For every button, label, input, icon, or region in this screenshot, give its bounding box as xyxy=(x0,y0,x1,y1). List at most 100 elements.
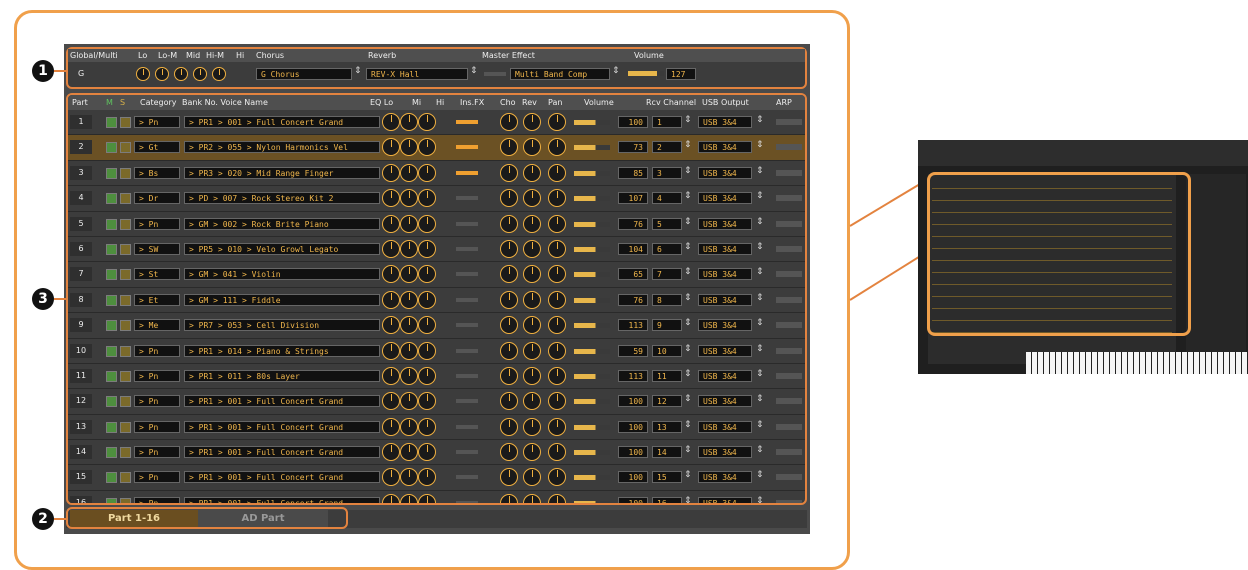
insfx-switch[interactable] xyxy=(456,348,478,353)
arp-switch[interactable] xyxy=(776,245,802,252)
category-select[interactable]: > SW xyxy=(134,242,180,255)
volume-slider[interactable] xyxy=(574,475,610,481)
chorus-knob-icon[interactable] xyxy=(500,138,518,157)
volume-value[interactable]: 104 xyxy=(618,242,648,255)
eq-mi-knob-icon[interactable] xyxy=(400,138,418,157)
usb-output-select[interactable]: USB 3&4 xyxy=(698,293,752,306)
chorus-knob-icon[interactable] xyxy=(500,113,518,131)
chorus-knob-icon[interactable] xyxy=(500,316,518,335)
arp-switch[interactable] xyxy=(776,449,802,456)
insfx-switch[interactable] xyxy=(456,272,478,277)
chorus-knob-icon[interactable] xyxy=(500,366,518,385)
category-select[interactable]: > Gt xyxy=(134,141,180,154)
category-select[interactable]: > Pn xyxy=(134,496,180,503)
pan-knob-icon[interactable] xyxy=(548,341,566,360)
arp-switch[interactable] xyxy=(776,195,802,202)
category-select[interactable]: > Pn xyxy=(134,446,180,459)
usb-spinner-icon[interactable]: ⇕ xyxy=(756,344,764,354)
rcv-spinner-icon[interactable]: ⇕ xyxy=(684,140,692,150)
volume-value[interactable]: 113 xyxy=(618,369,648,382)
volume-value[interactable]: 100 xyxy=(618,471,648,484)
eq-lo-knob-icon[interactable] xyxy=(382,316,400,335)
mute-button[interactable] xyxy=(106,447,117,459)
insfx-switch[interactable] xyxy=(456,373,478,378)
volume-slider[interactable] xyxy=(574,424,610,430)
eq-mi-knob-icon[interactable] xyxy=(400,468,418,487)
eq-mi-knob-icon[interactable] xyxy=(400,341,418,360)
category-select[interactable]: > Et xyxy=(134,293,180,306)
pan-knob-icon[interactable] xyxy=(548,239,566,258)
eq-lo-knob-icon[interactable] xyxy=(382,138,400,157)
volume-value[interactable]: 100 xyxy=(618,446,648,459)
arp-switch[interactable] xyxy=(776,296,802,303)
usb-spinner-icon[interactable]: ⇕ xyxy=(756,318,764,328)
eq-lo-knob-icon[interactable] xyxy=(382,163,400,182)
volume-value[interactable]: 100 xyxy=(618,496,648,503)
usb-spinner-icon[interactable]: ⇕ xyxy=(756,470,764,480)
solo-button[interactable] xyxy=(120,320,131,332)
volume-slider[interactable] xyxy=(574,145,610,151)
volume-value[interactable]: 59 xyxy=(618,344,648,357)
reverb-knob-icon[interactable] xyxy=(523,163,541,182)
usb-spinner-icon[interactable]: ⇕ xyxy=(756,394,764,404)
arp-switch[interactable] xyxy=(776,119,802,125)
eq-hi-knob-icon[interactable] xyxy=(418,239,436,258)
category-select[interactable]: > Pn xyxy=(134,471,180,484)
eq-hi-knob-icon[interactable] xyxy=(418,290,436,309)
mute-button[interactable] xyxy=(106,320,117,332)
mute-button[interactable] xyxy=(106,421,117,433)
arp-switch[interactable] xyxy=(776,398,802,405)
voice-select[interactable]: > PR1 > 001 > Full Concert Grand xyxy=(184,496,380,503)
voice-select[interactable]: > GM > 002 > Rock Brite Piano xyxy=(184,217,380,230)
solo-button[interactable] xyxy=(120,421,131,433)
reverb-knob-icon[interactable] xyxy=(523,138,541,157)
mute-button[interactable] xyxy=(106,142,117,154)
arp-switch[interactable] xyxy=(776,220,802,227)
arp-switch[interactable] xyxy=(776,474,802,481)
insfx-switch[interactable] xyxy=(456,120,478,124)
eq-lo-knob-icon[interactable] xyxy=(382,290,400,309)
chorus-knob-icon[interactable] xyxy=(500,341,518,360)
master-effect-switch[interactable] xyxy=(484,72,506,76)
eq-lo-knob-icon[interactable] xyxy=(382,366,400,385)
chorus-knob-icon[interactable] xyxy=(500,392,518,411)
eq-hi-m-knob-icon[interactable] xyxy=(193,67,208,81)
voice-select[interactable]: > GM > 111 > Fiddle xyxy=(184,293,380,306)
volume-slider[interactable] xyxy=(574,348,610,354)
eq-mi-knob-icon[interactable] xyxy=(400,392,418,411)
volume-slider[interactable] xyxy=(574,246,610,252)
pan-knob-icon[interactable] xyxy=(548,290,566,309)
rcv-channel-value[interactable]: 8 xyxy=(652,293,682,306)
rcv-spinner-icon[interactable]: ⇕ xyxy=(684,420,692,430)
eq-lo-knob-icon[interactable] xyxy=(382,113,400,131)
pan-knob-icon[interactable] xyxy=(548,417,566,436)
voice-select[interactable]: > PR1 > 014 > Piano & Strings xyxy=(184,344,380,357)
eq-hi-knob-icon[interactable] xyxy=(418,493,436,503)
usb-output-select[interactable]: USB 3&4 xyxy=(698,192,752,205)
insfx-switch[interactable] xyxy=(456,170,478,175)
pan-knob-icon[interactable] xyxy=(548,366,566,385)
volume-value[interactable]: 85 xyxy=(618,166,648,179)
eq-lo-knob-icon[interactable] xyxy=(382,239,400,258)
pan-knob-icon[interactable] xyxy=(548,443,566,462)
eq-mi-knob-icon[interactable] xyxy=(400,214,418,233)
rcv-channel-value[interactable]: 11 xyxy=(652,369,682,382)
mute-button[interactable] xyxy=(106,396,117,408)
usb-spinner-icon[interactable]: ⇕ xyxy=(756,115,764,125)
voice-select[interactable]: > PR3 > 020 > Mid Range Finger xyxy=(184,166,380,179)
category-select[interactable]: > Dr xyxy=(134,192,180,205)
volume-value[interactable]: 100 xyxy=(618,116,648,128)
volume-slider[interactable] xyxy=(574,323,610,329)
rcv-spinner-icon[interactable]: ⇕ xyxy=(684,242,692,252)
eq-mid-knob-icon[interactable] xyxy=(174,67,189,81)
rcv-spinner-icon[interactable]: ⇕ xyxy=(684,470,692,480)
reverb-knob-icon[interactable] xyxy=(523,214,541,233)
usb-output-select[interactable]: USB 3&4 xyxy=(698,166,752,179)
chorus-knob-icon[interactable] xyxy=(500,214,518,233)
eq-hi-knob-icon[interactable] xyxy=(418,316,436,335)
chorus-knob-icon[interactable] xyxy=(500,265,518,284)
volume-value[interactable]: 100 xyxy=(618,395,648,408)
category-select[interactable]: > St xyxy=(134,268,180,281)
solo-button[interactable] xyxy=(120,497,131,503)
solo-button[interactable] xyxy=(120,370,131,382)
